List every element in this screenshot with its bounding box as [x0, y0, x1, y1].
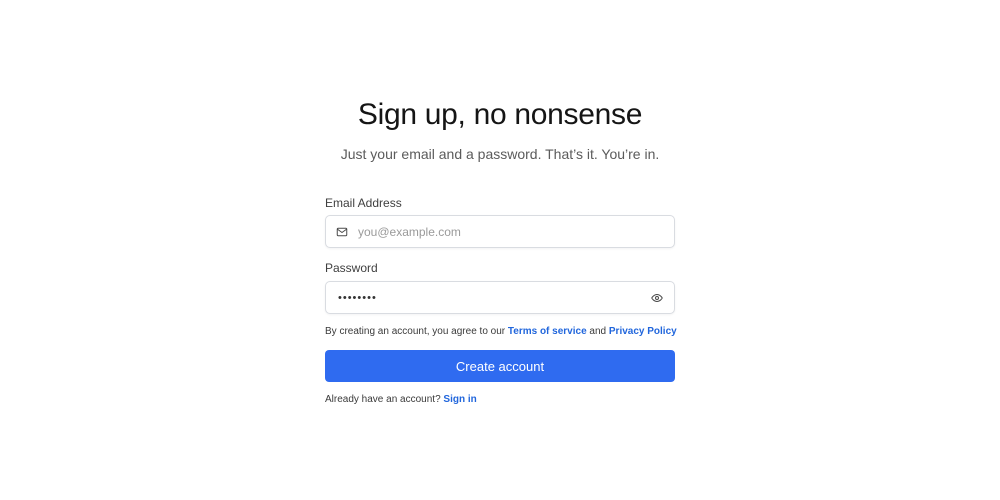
signin-prompt-row: Already have an account? Sign in [325, 393, 675, 407]
terms-of-service-link[interactable]: Terms of service [508, 326, 587, 337]
terms-notice: By creating an account, you agree to our… [325, 325, 677, 339]
sign-in-link[interactable]: Sign in [443, 394, 476, 405]
terms-prefix: By creating an account, you agree to our [325, 326, 508, 337]
eye-icon[interactable] [649, 290, 665, 306]
terms-conjunction: and [586, 326, 609, 337]
create-account-button[interactable]: Create account [325, 350, 675, 382]
password-field-container[interactable] [325, 281, 675, 314]
password-input[interactable] [326, 282, 643, 313]
signup-page: Sign up, no nonsense Just your email and… [0, 0, 1000, 500]
signin-prompt: Already have an account? [325, 394, 444, 405]
page-title: Sign up, no nonsense [357, 98, 643, 131]
mail-icon [335, 225, 349, 239]
password-label: Password [325, 261, 378, 275]
privacy-policy-link[interactable]: Privacy Policy [609, 326, 677, 337]
email-input[interactable] [358, 216, 674, 247]
signup-form: Email Address Password By creating an ac… [325, 192, 677, 407]
email-field-container[interactable] [325, 215, 675, 248]
email-label: Email Address [325, 196, 402, 210]
page-subtitle: Just your email and a password. That’s i… [340, 146, 660, 162]
